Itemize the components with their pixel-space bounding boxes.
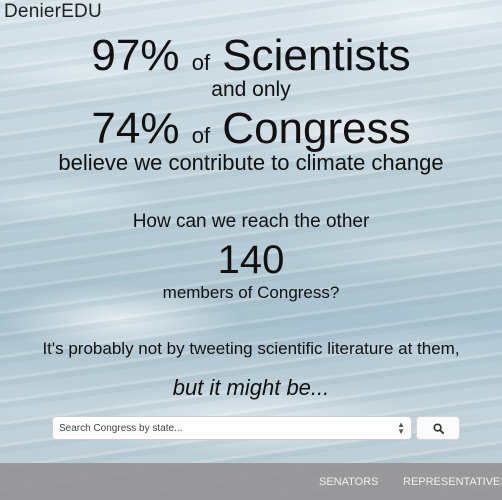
footer-nav: SENATORS REPRESENTATIVES <box>0 463 502 500</box>
tweet-text: It's probably not by tweeting scientific… <box>42 339 460 358</box>
nav-senators-link[interactable]: SENATORS <box>319 476 379 488</box>
search-bar: Search Congress by state... ▲ ▼ <box>52 416 460 442</box>
select-arrows-icon: ▲ ▼ <box>397 420 405 436</box>
reach-question: How can we reach the other <box>132 211 370 232</box>
member-count: 140 <box>217 238 285 282</box>
tagline-text: but it might be... <box>172 375 330 400</box>
of-label: of <box>191 50 211 75</box>
nav-representatives-link[interactable]: REPRESENTATIVES <box>403 476 502 488</box>
and-only-text: and only <box>211 78 291 101</box>
state-select-placeholder: Search Congress by state... <box>59 422 183 434</box>
believe-text: believe we contribute to climate change <box>58 150 444 175</box>
search-icon <box>432 422 444 434</box>
congress-percent: 74% <box>91 104 180 153</box>
of-label: of <box>191 123 211 148</box>
scientists-label: Scientists <box>222 31 411 80</box>
scientists-percent: 97% <box>91 31 180 80</box>
search-button[interactable] <box>416 416 460 440</box>
members-text: members of Congress? <box>162 283 340 302</box>
congress-label: Congress <box>222 104 411 153</box>
brand-logo[interactable]: DenierEDU <box>4 1 102 23</box>
state-select[interactable]: Search Congress by state... ▲ ▼ <box>52 416 412 440</box>
